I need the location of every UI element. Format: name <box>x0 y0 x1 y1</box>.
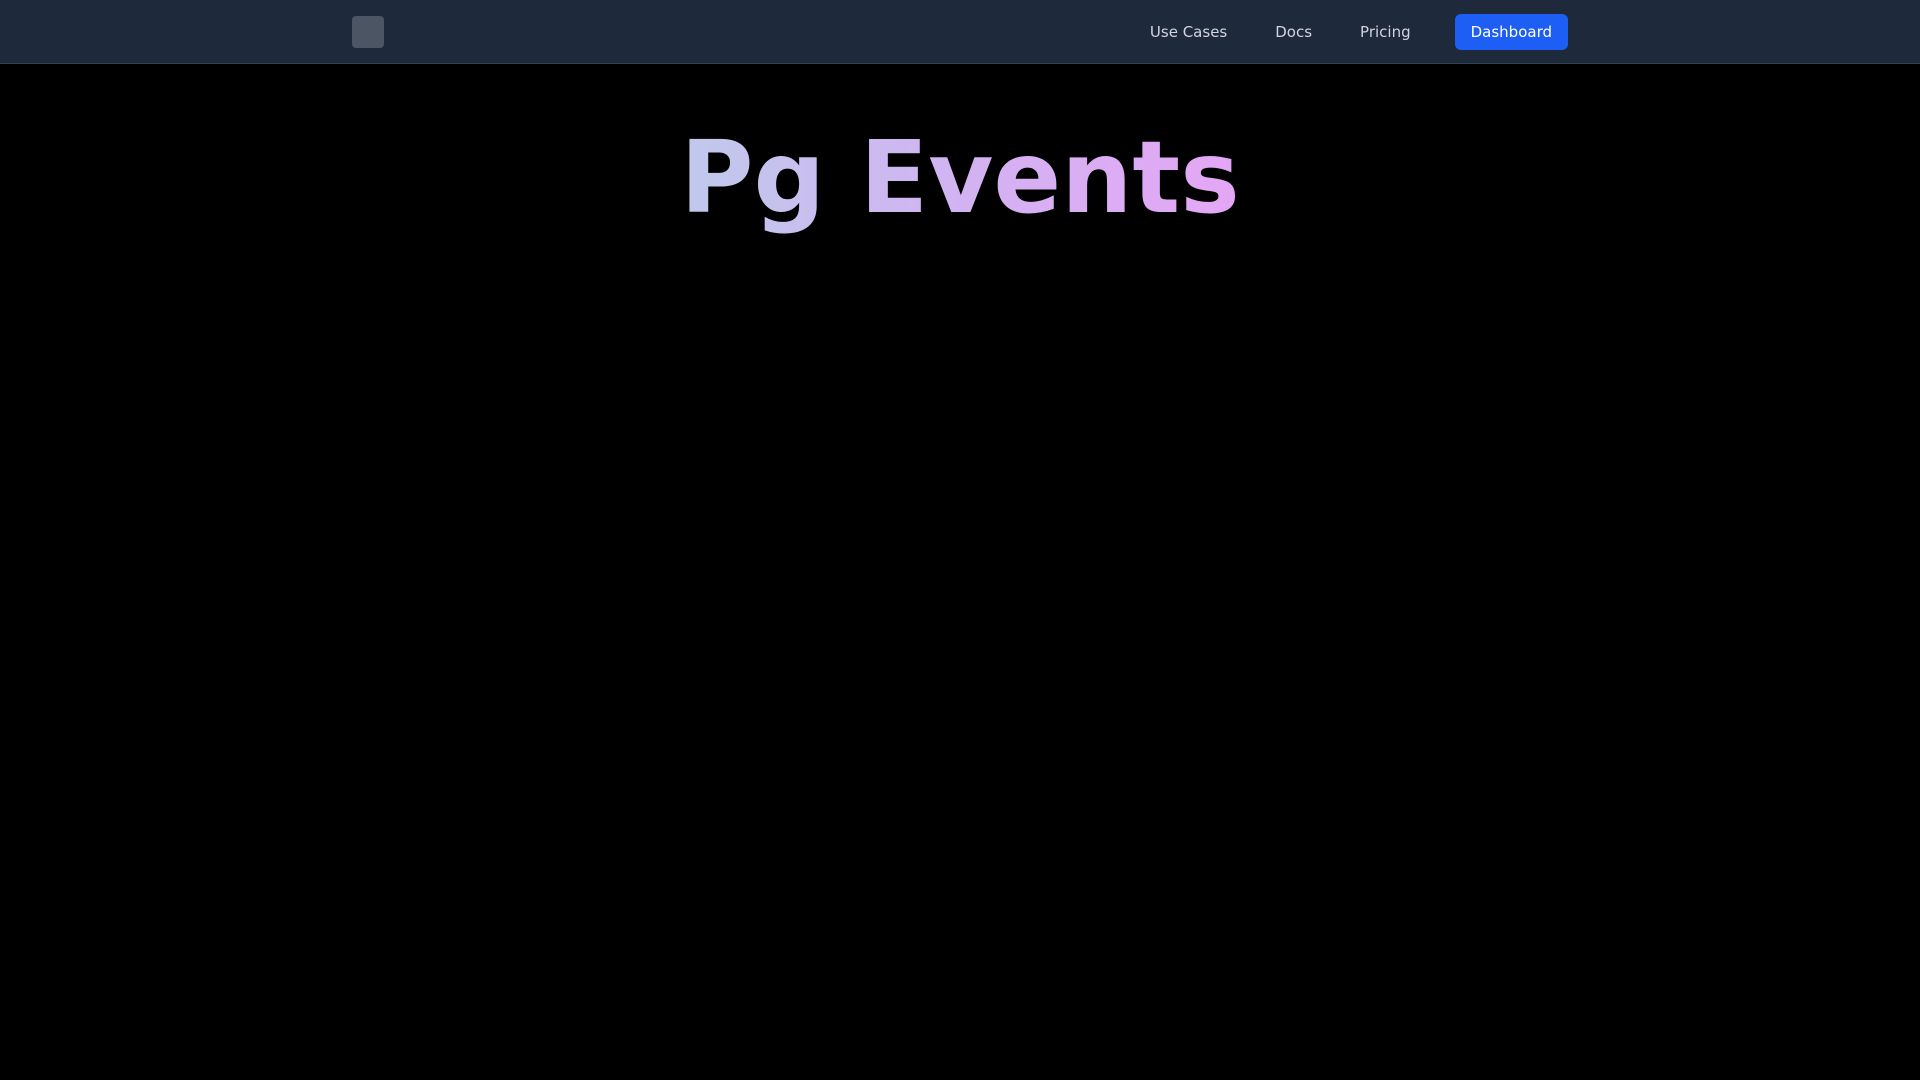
navbar-inner: Use Cases Docs Pricing Dashboard <box>352 0 1568 64</box>
logo-icon[interactable] <box>352 16 384 48</box>
nav-links: Use Cases Docs Pricing Dashboard <box>1150 0 1568 64</box>
dashboard-button[interactable]: Dashboard <box>1454 14 1568 50</box>
nav-link-docs[interactable]: Docs <box>1275 23 1312 41</box>
hero-title: Pg Events <box>0 118 1920 238</box>
top-navbar: Use Cases Docs Pricing Dashboard <box>0 0 1920 64</box>
nav-link-use-cases[interactable]: Use Cases <box>1150 23 1227 41</box>
nav-link-pricing[interactable]: Pricing <box>1360 23 1411 41</box>
hero-title-text: Pg Events <box>680 119 1240 236</box>
